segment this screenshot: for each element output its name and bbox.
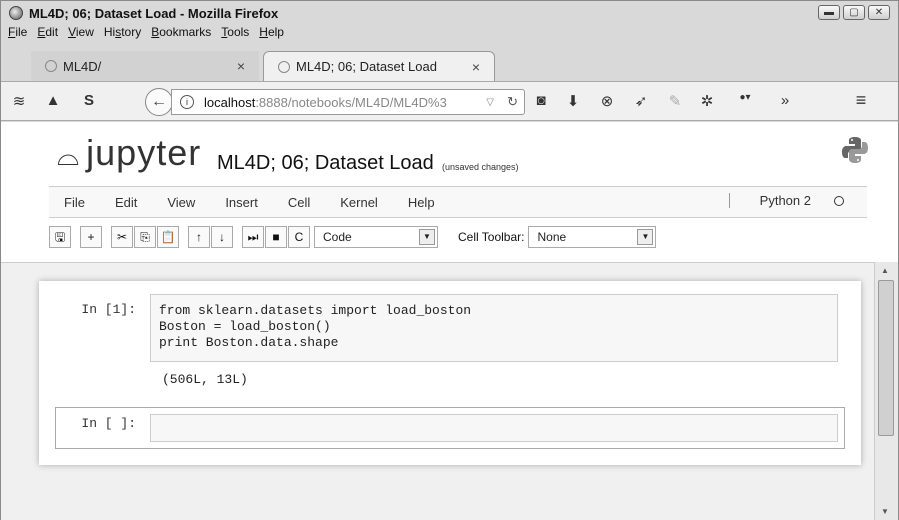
vertical-scrollbar[interactable]: ▲ ▼ <box>874 262 898 520</box>
loading-icon <box>45 60 57 72</box>
menu-item-history[interactable]: History <box>99 25 146 43</box>
block-icon[interactable]: ⊗ <box>597 92 617 110</box>
nb-menu-file[interactable]: File <box>49 195 100 210</box>
chevron-down-icon: ▼ <box>637 229 654 245</box>
move-up-icon[interactable]: ↑ <box>188 226 210 248</box>
window-title: ML4D; 06; Dataset Load - Mozilla Firefox <box>29 5 279 21</box>
menu-item-view[interactable]: View <box>63 25 99 43</box>
notebook-name[interactable]: ML4D; 06; Dataset Load <box>217 152 434 175</box>
restart-icon[interactable]: C <box>288 226 310 248</box>
tab-close-icon[interactable]: × <box>472 59 480 75</box>
menu-item-tools[interactable]: Tools <box>216 25 254 43</box>
tab-close-icon[interactable]: × <box>237 58 245 74</box>
nb-menu-cell[interactable]: Cell <box>273 195 325 210</box>
firefox-window: ML4D; 06; Dataset Load - Mozilla Firefox… <box>0 0 899 520</box>
cell-toolbar-label: Cell Toolbar: <box>458 230 525 244</box>
nb-menu-help[interactable]: Help <box>393 195 450 210</box>
bookmarks-icon[interactable]: ▲ <box>43 92 63 109</box>
overflow-icon[interactable]: » <box>775 92 795 109</box>
kernel-indicator: Python 2 <box>728 193 859 208</box>
move-down-icon[interactable]: ↓ <box>211 226 233 248</box>
notebook-toolbar: 🖫 + ✂ ⎘ 📋 ↑ ↓ ⏭ ■ C Code ▼ Cell Toolbar: None ▼ <box>49 223 657 251</box>
download-icon[interactable]: ⬇ <box>563 92 583 110</box>
jupyter-header: ⌓ jupyter ML4D; 06; Dataset Load (unsaved… <box>1 122 898 186</box>
page-content: ⌓ jupyter ML4D; 06; Dataset Load (unsaved… <box>1 122 898 520</box>
url-path: :8888/notebooks/ML4D/ML4D%3 <box>255 94 447 110</box>
adblock-icon[interactable]: ●▾ <box>735 92 755 103</box>
rss-icon[interactable]: ≋ <box>9 92 29 110</box>
insert-cell-icon[interactable]: + <box>80 226 102 248</box>
input-prompt: In [1]: <box>81 302 136 317</box>
cell-toolbar-select[interactable]: None ▼ <box>528 226 657 248</box>
copy-icon[interactable]: ⎘ <box>134 226 156 248</box>
nb-menu-insert[interactable]: Insert <box>210 195 273 210</box>
kernel-idle-icon <box>834 196 844 206</box>
code-input[interactable]: from sklearn.datasets import load_boston… <box>150 294 838 362</box>
run-icon[interactable]: ⏭ <box>242 226 264 248</box>
jupyter-logo[interactable]: ⌓ jupyter <box>57 135 201 173</box>
cut-icon[interactable]: ✂ <box>111 226 133 248</box>
save-icon[interactable]: 🖫 <box>49 226 71 248</box>
pocket-icon[interactable]: ◙ <box>531 92 551 109</box>
menu-item-edit[interactable]: Edit <box>32 25 63 43</box>
extension-icon[interactable]: ✲ <box>697 92 717 110</box>
close-button[interactable]: ✕ <box>868 5 890 20</box>
tab-bar: ML4D/ × ML4D; 06; Dataset Load × <box>1 45 898 81</box>
url-host: localhost <box>204 94 256 110</box>
menu-item-file[interactable]: File <box>3 25 32 43</box>
navigation-toolbar: ≋ ▲ S ← i localhost:8888/notebooks/ML4D/… <box>1 81 898 121</box>
scrollbar-thumb[interactable] <box>878 280 894 436</box>
code-input[interactable] <box>150 414 838 442</box>
url-bar[interactable]: i localhost:8888/notebooks/ML4D/ML4D%3 ▽… <box>171 89 525 115</box>
maximize-button[interactable]: ▢ <box>843 5 865 20</box>
pen-icon[interactable]: ✎ <box>665 92 685 110</box>
notebook-container: In [1]: from sklearn.datasets import loa… <box>1 262 874 520</box>
title-bar: ML4D; 06; Dataset Load - Mozilla Firefox… <box>1 1 898 25</box>
s-icon[interactable]: S <box>79 92 99 109</box>
back-button[interactable]: ← <box>145 88 173 116</box>
firefox-icon <box>9 6 23 20</box>
tab-ml4d[interactable]: ML4D/ × <box>31 51 259 81</box>
minimize-button[interactable]: ▬ <box>818 5 840 20</box>
stop-icon[interactable]: ■ <box>265 226 287 248</box>
tab-label: ML4D/ <box>63 58 102 74</box>
notebook-menubar: File Edit View Insert Cell Kernel Help Python 2 <box>49 186 867 218</box>
scroll-up-icon[interactable]: ▲ <box>881 266 889 275</box>
nb-menu-edit[interactable]: Edit <box>100 195 152 210</box>
scroll-down-icon[interactable]: ▼ <box>881 507 889 516</box>
hamburger-menu-icon[interactable]: ≡ <box>851 90 871 111</box>
menu-item-bookmarks[interactable]: Bookmarks <box>146 25 216 43</box>
nb-menu-view[interactable]: View <box>152 195 210 210</box>
code-cell-selected[interactable]: In [ ]: <box>55 407 845 449</box>
autosave-status: (unsaved changes) <box>442 162 519 172</box>
menu-bar: File Edit View History Bookmarks Tools Help <box>3 25 289 43</box>
loading-icon <box>278 60 290 73</box>
menu-item-help[interactable]: Help <box>254 25 289 43</box>
chevron-down-icon: ▼ <box>419 229 435 245</box>
python-logo-icon <box>842 137 868 163</box>
reload-icon[interactable]: ↻ <box>507 94 518 110</box>
notebook-page: In [1]: from sklearn.datasets import loa… <box>39 281 861 465</box>
paste-icon[interactable]: 📋 <box>157 226 179 248</box>
cell-output: (506L, 13L) <box>162 372 248 387</box>
tab-label: ML4D; 06; Dataset Load <box>296 59 437 74</box>
cell-type-select[interactable]: Code ▼ <box>314 226 438 248</box>
send-icon[interactable]: ➶ <box>631 92 651 110</box>
globe-icon: i <box>180 95 194 109</box>
chevron-down-icon[interactable]: ▽ <box>486 97 494 108</box>
tab-dataset-load[interactable]: ML4D; 06; Dataset Load × <box>263 51 495 81</box>
nb-menu-kernel[interactable]: Kernel <box>325 195 393 210</box>
jupyter-logo-icon: ⌓ <box>57 140 81 171</box>
code-cell[interactable]: In [1]: from sklearn.datasets import loa… <box>55 293 845 397</box>
input-prompt: In [ ]: <box>81 416 136 431</box>
